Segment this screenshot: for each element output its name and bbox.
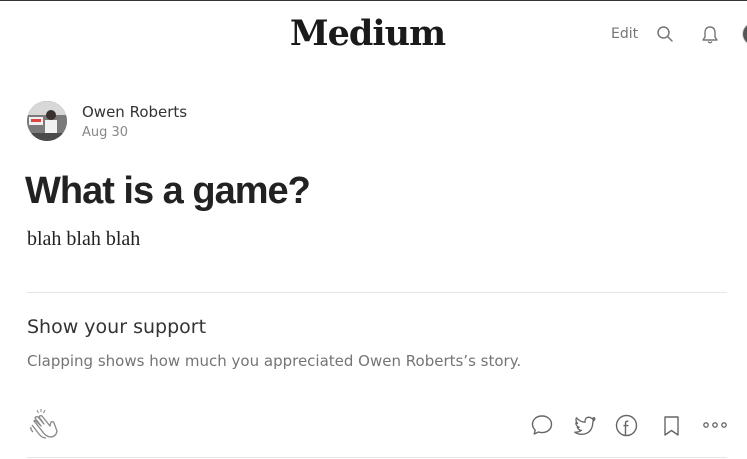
user-avatar[interactable] xyxy=(742,22,747,46)
bell-icon[interactable] xyxy=(701,25,719,45)
section-divider xyxy=(27,292,727,293)
post-date[interactable]: Aug 30 xyxy=(82,125,128,140)
facebook-icon[interactable] xyxy=(615,414,638,437)
search-icon[interactable] xyxy=(656,25,674,43)
more-icon[interactable] xyxy=(703,420,727,430)
edit-link[interactable]: Edit xyxy=(611,26,638,42)
clap-icon[interactable] xyxy=(28,407,60,441)
post-body: blah blah blah xyxy=(27,228,141,250)
author-avatar[interactable] xyxy=(27,101,67,141)
bottom-divider xyxy=(27,457,727,458)
bookmark-icon[interactable] xyxy=(663,415,680,437)
support-heading: Show your support xyxy=(27,316,207,338)
top-border xyxy=(0,0,747,1)
support-text: Clapping shows how much you appreciated … xyxy=(27,352,522,370)
twitter-icon[interactable] xyxy=(573,415,597,437)
post-title: What is a game? xyxy=(25,170,311,212)
comment-icon[interactable] xyxy=(531,414,553,436)
author-name[interactable]: Owen Roberts xyxy=(82,103,187,121)
